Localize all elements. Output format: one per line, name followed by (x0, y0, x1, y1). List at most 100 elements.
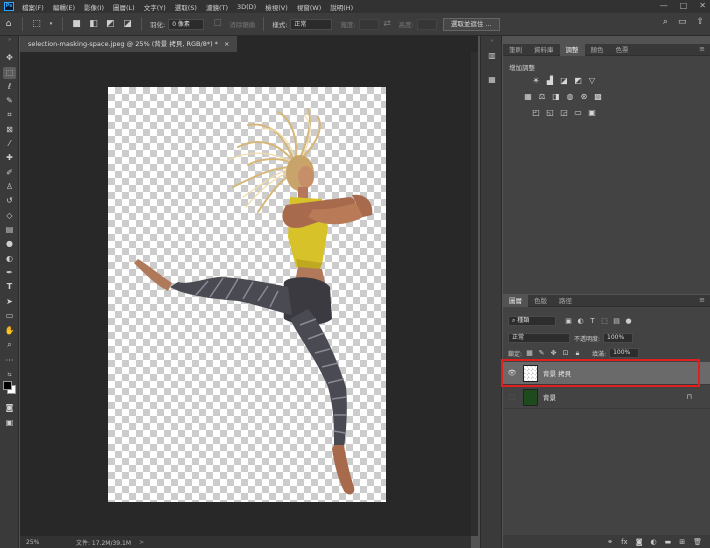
fill-input[interactable]: 100% (609, 348, 640, 358)
link-layers-icon[interactable]: ⚭ (607, 538, 613, 546)
select-and-mask-button[interactable]: 選取並遮住 ... (442, 17, 500, 31)
brightness-contrast-icon[interactable]: ☀ (531, 76, 541, 86)
antialias-checkbox[interactable]: ☐ (212, 19, 223, 30)
hand-tool-icon[interactable]: ✋ (3, 325, 16, 337)
layer-style-icon[interactable]: fx (621, 538, 628, 546)
panel-grip-icon[interactable]: « (486, 38, 498, 44)
zoom-tool-icon[interactable]: ⌕ (3, 339, 16, 351)
panel-grip-icon[interactable]: » (3, 38, 16, 43)
threshold-icon[interactable]: ◲ (559, 108, 569, 118)
black-white-icon[interactable]: ◨ (551, 92, 561, 102)
color-balance-icon[interactable]: ⚖ (537, 92, 547, 102)
add-selection-icon[interactable]: ◧ (88, 19, 99, 30)
levels-icon[interactable]: ▟ (545, 76, 555, 86)
properties-panel-icon[interactable]: ▦ (486, 74, 498, 86)
lock-transparent-icon[interactable]: ▦ (525, 349, 534, 358)
frame-tool-icon[interactable]: ⊠ (3, 124, 16, 136)
zoom-level[interactable]: 25% (26, 539, 48, 546)
menu-help[interactable]: 說明(H) (330, 2, 353, 12)
minimize-icon[interactable]: — (660, 1, 668, 10)
feather-input[interactable]: 0 像素 (168, 18, 205, 30)
curves-icon[interactable]: ◪ (559, 76, 569, 86)
invert-icon[interactable]: ◰ (531, 108, 541, 118)
selective-color-icon[interactable]: ▣ (587, 108, 597, 118)
close-tab-icon[interactable]: × (224, 36, 229, 52)
pen-tool-icon[interactable]: ✒ (3, 267, 16, 279)
eye-hidden-icon[interactable]: ▢ (507, 393, 517, 401)
menu-file[interactable]: 檔案(F) (22, 2, 44, 12)
filter-shape-icon[interactable]: ⬚ (600, 317, 609, 326)
filter-pixel-icon[interactable]: ▣ (564, 317, 573, 326)
eraser-tool-icon[interactable]: ◇ (3, 210, 16, 222)
channel-mixer-icon[interactable]: ⊛ (579, 92, 589, 102)
tab-channels[interactable]: 色版 (528, 295, 553, 307)
gradient-map-icon[interactable]: ▭ (573, 108, 583, 118)
blend-mode-select[interactable]: 正常 (508, 333, 570, 343)
healing-brush-tool-icon[interactable]: ✚ (3, 152, 16, 164)
tab-libraries[interactable]: 資料庫 (528, 44, 560, 56)
menu-image[interactable]: 影像(I) (84, 2, 104, 12)
eyedropper-tool-icon[interactable]: ⁄ (3, 138, 16, 150)
menu-type[interactable]: 文字(Y) (144, 2, 166, 12)
lasso-tool-icon[interactable]: ℓ (3, 81, 16, 93)
more-tools-icon[interactable]: ··· (3, 355, 16, 367)
menu-filter[interactable]: 濾鏡(T) (206, 2, 228, 12)
status-menu-arrow[interactable]: > (139, 539, 144, 546)
color-lookup-icon[interactable]: ▩ (593, 92, 603, 102)
new-selection-icon[interactable]: ■ (71, 19, 82, 30)
close-icon[interactable]: ✕ (699, 1, 706, 10)
document-tab[interactable]: selection-masking-space.jpeg @ 25% (背景 拷… (20, 36, 238, 52)
delete-layer-icon[interactable]: 🗑︎ (693, 538, 702, 546)
photo-filter-icon[interactable]: ◍ (565, 92, 575, 102)
search-icon[interactable]: ⌕ (663, 17, 668, 27)
lock-position-icon[interactable]: ✥ (549, 349, 558, 358)
home-icon[interactable]: ⌂ (3, 19, 14, 30)
lock-artboard-icon[interactable]: ⊡ (561, 349, 570, 358)
layer-kind-select[interactable]: ⌕ 種類 (508, 316, 556, 326)
add-mask-icon[interactable]: ◙ (636, 538, 643, 546)
brush-tool-icon[interactable]: ✐ (3, 167, 16, 179)
clone-stamp-tool-icon[interactable]: ♙ (3, 181, 16, 193)
canvas-area[interactable] (20, 52, 471, 536)
menu-window[interactable]: 視窗(W) (297, 2, 322, 12)
intersect-selection-icon[interactable]: ◪ (122, 19, 133, 30)
blur-tool-icon[interactable]: ● (3, 238, 16, 250)
share-icon[interactable]: ⇪ (696, 17, 704, 27)
tab-swatches[interactable]: 色票 (610, 44, 635, 56)
filter-toggle-icon[interactable]: ● (624, 317, 633, 326)
filter-smart-icon[interactable]: ▤ (612, 317, 621, 326)
path-select-tool-icon[interactable]: ➤ (3, 296, 16, 308)
menu-edit[interactable]: 編輯(E) (53, 2, 75, 12)
history-brush-tool-icon[interactable]: ↺ (3, 195, 16, 207)
layers-menu-icon[interactable]: ≡ (699, 296, 705, 304)
workspace-icon[interactable]: ▭ (678, 17, 687, 27)
move-tool-icon[interactable]: ✥ (3, 52, 16, 64)
tab-paths[interactable]: 路徑 (553, 295, 578, 307)
tab-color[interactable]: 顏色 (585, 44, 610, 56)
filter-type-icon[interactable]: T (588, 317, 597, 326)
tab-layers[interactable]: 圖層 (503, 294, 528, 307)
vertical-scrollbar[interactable] (471, 52, 478, 536)
width-input[interactable] (358, 18, 379, 30)
document-canvas[interactable] (108, 87, 386, 502)
filter-adjustment-icon[interactable]: ◐ (576, 317, 585, 326)
menu-layer[interactable]: 圖層(L) (113, 2, 135, 12)
dodge-tool-icon[interactable]: ◐ (3, 253, 16, 265)
layer-background[interactable]: ▢ 背景 ⊓ (503, 386, 710, 409)
new-adjustment-icon[interactable]: ◐ (651, 538, 657, 546)
subtract-selection-icon[interactable]: ◩ (105, 19, 116, 30)
screen-mode-icon[interactable]: ▣ (3, 417, 16, 429)
gradient-tool-icon[interactable]: ▤ (3, 224, 16, 236)
vibrance-icon[interactable]: ▽ (587, 76, 597, 86)
hue-saturation-icon[interactable]: ▦ (523, 92, 533, 102)
height-input[interactable] (416, 18, 437, 30)
tab-adjustments[interactable]: 調整 (559, 43, 585, 56)
exposure-icon[interactable]: ◩ (573, 76, 583, 86)
lock-all-icon[interactable]: 🔒︎ (573, 349, 582, 358)
posterize-icon[interactable]: ◱ (545, 108, 555, 118)
quick-select-tool-icon[interactable]: ✎ (3, 95, 16, 107)
rect-marquee-tool-icon[interactable]: ⬚ (3, 67, 16, 79)
maximize-icon[interactable]: □ (680, 1, 688, 10)
foreground-color-swatch[interactable] (3, 381, 12, 390)
tab-brushes[interactable]: 筆刷 (503, 44, 528, 56)
